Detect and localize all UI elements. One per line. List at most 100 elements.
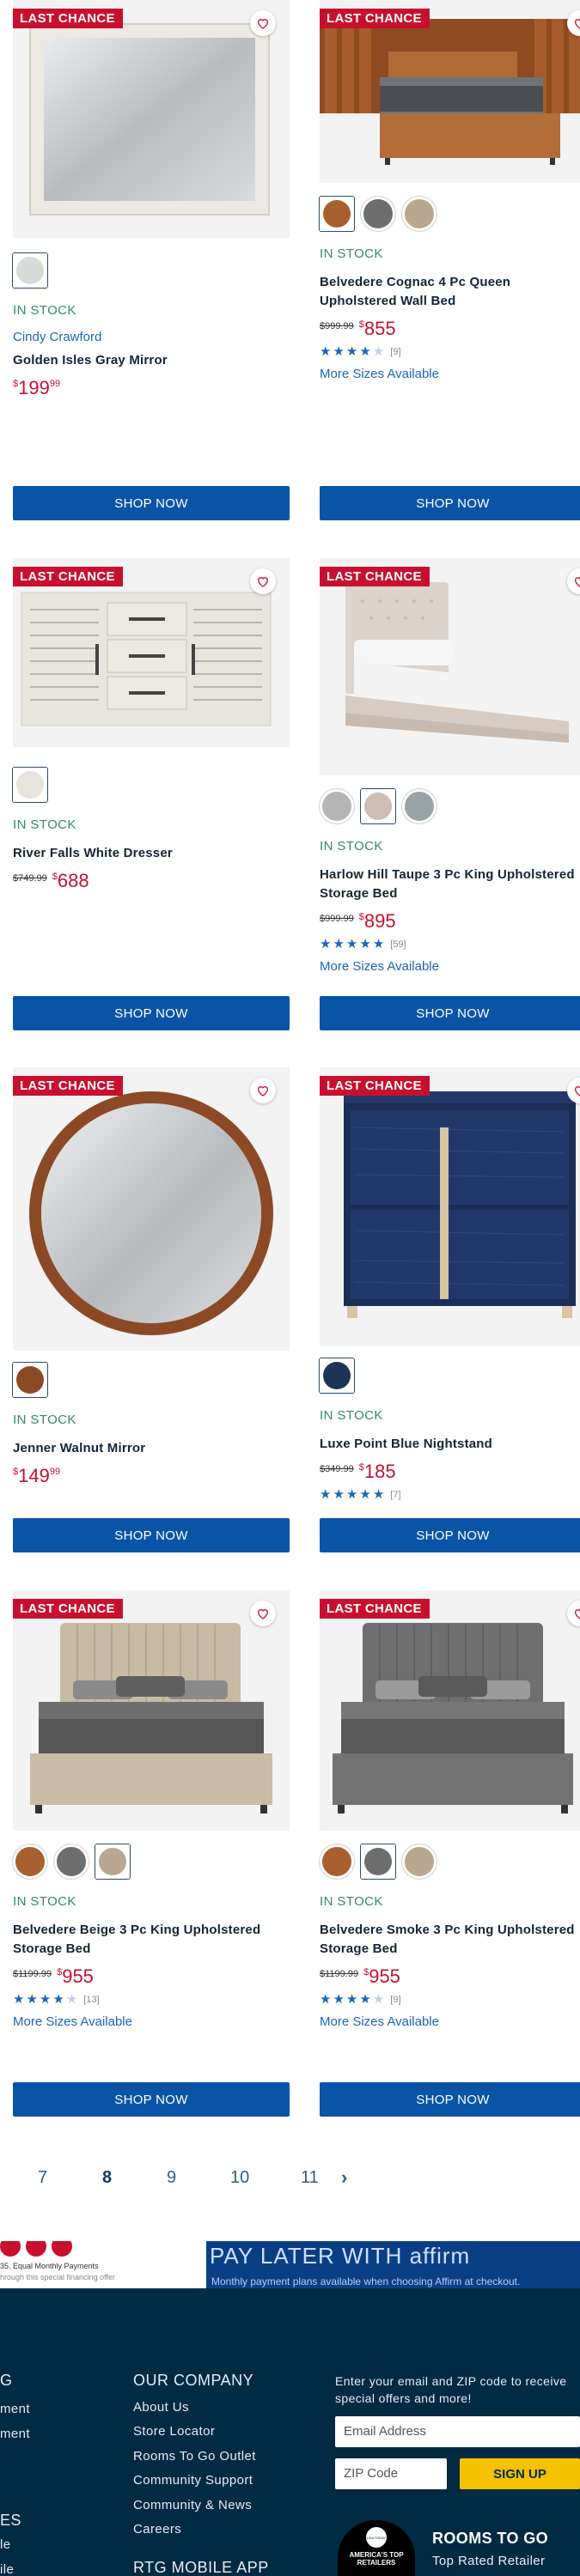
site-footer: G ment ment ES le ile OUR COMPANY About … [0,2288,580,2576]
favorite-heart-icon[interactable] [250,1078,276,1103]
usa-today-logo: USA TODAY [366,2527,387,2548]
shop-now-button[interactable]: SHOP NOW [320,2082,580,2117]
footer-link[interactable]: ment [0,2427,30,2441]
shop-now-button[interactable]: SHOP NOW [13,486,290,520]
color-swatch[interactable] [13,253,47,288]
color-swatch[interactable] [54,1844,89,1879]
product-name[interactable]: Belvedere Beige 3 Pc King Upholstered St… [13,1921,290,1959]
color-swatch[interactable] [361,197,395,231]
page-link[interactable]: 10 [230,2168,249,2188]
favorite-heart-icon[interactable] [250,568,276,594]
product-image[interactable]: LAST CHANCE [320,558,580,775]
shop-now-button[interactable]: SHOP NOW [320,996,580,1030]
shop-now-button[interactable]: SHOP NOW [13,1518,290,1552]
color-swatch[interactable] [402,1844,437,1879]
page-link[interactable]: 7 [38,2168,47,2188]
brand-link[interactable]: Cindy Crawford [13,330,290,344]
star-rating[interactable]: ★ ★ ★ ★ ★ [7] [320,1488,580,1501]
star-icon: ★ [372,1992,385,2007]
color-swatch[interactable] [13,1844,47,1879]
product-image[interactable]: LAST CHANCE [13,1067,290,1351]
footer-link-careers[interactable]: Careers [133,2522,181,2537]
shop-now-button[interactable]: SHOP NOW [13,2082,290,2117]
more-sizes-link[interactable]: More Sizes Available [320,2014,580,2029]
color-swatch[interactable] [361,789,395,823]
footer-link[interactable]: ment [0,2402,30,2416]
color-swatch[interactable] [13,1363,47,1397]
footer-link-store-locator[interactable]: Store Locator [133,2424,215,2439]
product-name[interactable]: Jenner Walnut Mirror [13,1439,290,1458]
affirm-headline: PAY LATER WITH affirm [210,2243,471,2269]
color-swatches [320,787,580,825]
more-sizes-link[interactable]: More Sizes Available [320,367,580,381]
color-swatch[interactable] [402,197,437,231]
financing-text: 35. Equal Monthly Payments [0,2262,99,2270]
color-swatch[interactable] [361,1844,395,1879]
product-image[interactable]: LAST CHANCE [320,1590,580,1831]
product-name[interactable]: Luxe Point Blue Nightstand [320,1435,580,1454]
product-image[interactable]: LAST CHANCE [13,1590,290,1831]
product-name[interactable]: Golden Isles Gray Mirror [13,351,290,370]
product-name[interactable]: Harlow Hill Taupe 3 Pc King Upholstered … [320,866,580,903]
next-page-chevron-icon[interactable]: › [341,2166,347,2189]
review-count: [9] [390,346,401,357]
favorite-heart-icon[interactable] [250,1601,276,1626]
more-sizes-link[interactable]: More Sizes Available [13,2014,290,2029]
product-card[interactable]: LAST CHANCE IN STOCK Jenner Walnut Mirro… [13,1067,290,1552]
footer-link-community-news[interactable]: Community & News [133,2498,252,2512]
affirm-banner[interactable]: 35. Equal Monthly Payments hrough this s… [0,2241,580,2288]
page-link-current[interactable]: 8 [102,2168,112,2188]
footer-link-community-support[interactable]: Community Support [133,2473,253,2488]
color-swatch[interactable] [95,1844,130,1879]
financing-subtext: hrough this special financing offer [0,2273,115,2281]
product-name[interactable]: River Falls White Dresser [13,844,290,863]
star-icon: ★ [345,937,358,951]
page-link[interactable]: 11 [301,2168,319,2188]
color-swatch[interactable] [402,789,437,823]
color-swatch[interactable] [320,1358,354,1393]
product-card[interactable]: LAST CHANCE IN STOCK River Falls White D… [13,558,290,1030]
product-image[interactable]: LAST CHANCE [320,0,580,183]
product-name[interactable]: Belvedere Cognac 4 Pc Queen Upholstered … [320,273,580,311]
product-card[interactable]: LAST CHANCE IN STOCK Belvedere Cognac 4 … [320,0,580,520]
star-icon: ★ [345,344,358,359]
footer-link-outlet[interactable]: Rooms To Go Outlet [133,2449,256,2464]
storage-bed-image [320,558,580,775]
email-field[interactable]: Email Address [335,2416,580,2447]
star-icon: ★ [372,1487,385,1502]
footer-link-about[interactable]: About Us [133,2400,189,2415]
shop-now-button[interactable]: SHOP NOW [13,996,290,1030]
product-image[interactable]: LAST CHANCE [13,558,290,747]
product-card[interactable]: LAST CHANCE IN STOCK Luxe Point Blue Nig… [320,1067,580,1552]
color-swatch[interactable] [320,1844,354,1879]
footer-link[interactable]: le [0,2537,10,2552]
product-card[interactable]: LAST CHANCE IN STOCK Belvedere Smoke 3 P… [320,1590,580,2117]
product-card[interactable]: LAST CHANCE IN STOCK Harlow Hill Taupe 3… [320,558,580,1030]
star-rating[interactable]: ★ ★ ★ ★ ★ [59] [320,938,580,951]
favorite-heart-icon[interactable] [250,10,276,36]
financing-panel: 35. Equal Monthly Payments hrough this s… [0,2241,206,2288]
shop-now-button[interactable]: SHOP NOW [320,1518,580,1552]
price-cents: 99 [49,379,61,389]
sign-up-button[interactable]: SIGN UP [460,2458,580,2489]
original-price: $999.99 [320,321,354,331]
color-swatch[interactable] [320,197,354,231]
color-swatch[interactable] [13,768,47,802]
shop-now-button[interactable]: SHOP NOW [320,486,580,520]
footer-link[interactable]: ile [0,2562,14,2576]
product-image[interactable]: LAST CHANCE [320,1067,580,1346]
smoke-bed-image [320,1590,580,1831]
page-link[interactable]: 9 [167,2168,176,2188]
product-card[interactable]: LAST CHANCE IN STOCK Belvedere Beige 3 P… [13,1590,290,2117]
color-swatch[interactable] [320,789,354,823]
more-sizes-link[interactable]: More Sizes Available [320,959,580,974]
zip-field[interactable]: ZIP Code [335,2458,447,2489]
star-icon: ★ [320,937,332,951]
zip-placeholder: ZIP Code [344,2466,399,2481]
product-name[interactable]: Belvedere Smoke 3 Pc King Upholstered St… [320,1921,580,1959]
product-card[interactable]: LAST CHANCE IN STOCK Cindy Crawford Gold… [13,0,290,520]
star-rating[interactable]: ★ ★ ★ ★ ★ [9] [320,1993,580,2006]
star-rating[interactable]: ★ ★ ★ ★ ★ [13] [13,1993,290,2006]
star-rating[interactable]: ★ ★ ★ ★ ★ [9] [320,345,580,358]
product-image[interactable]: LAST CHANCE [13,0,290,238]
